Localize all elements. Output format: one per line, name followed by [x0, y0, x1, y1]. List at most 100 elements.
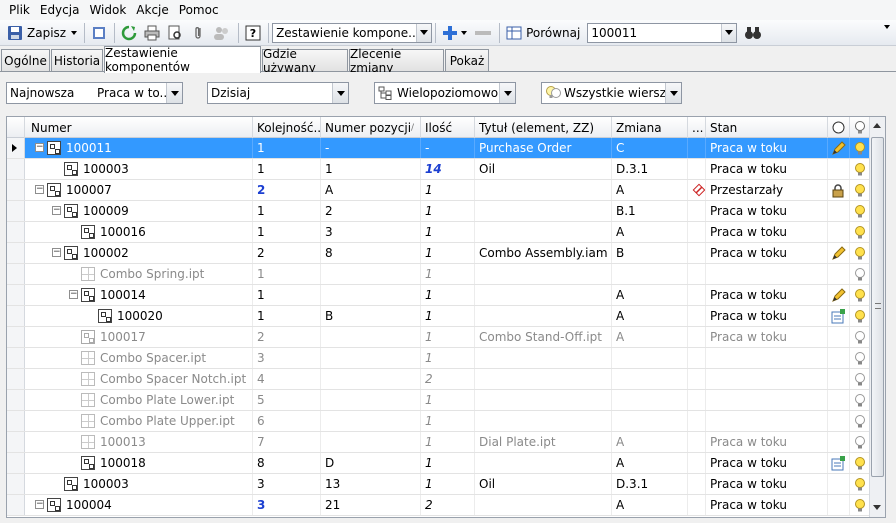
- row-selector[interactable]: [7, 201, 25, 221]
- cell-lightbulb[interactable]: [850, 306, 871, 326]
- cell-lightbulb[interactable]: [850, 264, 871, 284]
- vertical-scrollbar[interactable]: [869, 117, 885, 517]
- column-more[interactable]: ...: [688, 117, 706, 138]
- menu-edycja[interactable]: Edycja: [35, 3, 85, 17]
- collapse-toggle-icon[interactable]: −: [52, 206, 61, 215]
- table-row[interactable]: Combo Spacer Notch.ipt 4 2: [7, 369, 871, 390]
- chevron-down-icon[interactable]: [721, 23, 737, 42]
- cell-indicator[interactable]: [828, 180, 850, 200]
- compare-button[interactable]: Porównaj: [503, 22, 583, 44]
- cell-indicator[interactable]: [828, 369, 850, 389]
- table-row[interactable]: Combo Plate Lower.ipt 5 1: [7, 390, 871, 411]
- cell-lightbulb[interactable]: [850, 390, 871, 410]
- copy-button[interactable]: [88, 22, 110, 44]
- table-row[interactable]: Combo Plate Upper.ipt 6 1: [7, 411, 871, 432]
- toolbar-overflow-icon[interactable]: [884, 25, 890, 29]
- row-selector[interactable]: [7, 390, 25, 410]
- levels-select[interactable]: Wielopoziomowo: [374, 82, 516, 104]
- row-selector[interactable]: [7, 306, 25, 326]
- find-button[interactable]: [741, 22, 765, 44]
- cell-lightbulb[interactable]: [850, 474, 871, 494]
- column-stan[interactable]: Stan: [706, 117, 828, 138]
- scroll-down-icon[interactable]: [873, 505, 881, 510]
- cell-indicator[interactable]: [828, 474, 850, 494]
- cell-lightbulb[interactable]: [850, 285, 871, 305]
- row-selector[interactable]: [7, 432, 25, 452]
- table-row[interactable]: Combo Spring.ipt 1 1: [7, 264, 871, 285]
- cell-indicator[interactable]: [828, 495, 850, 515]
- table-row[interactable]: −100007 2 A 1 A Przestarzały: [7, 180, 871, 201]
- cell-indicator[interactable]: [828, 285, 850, 305]
- menu-akcje[interactable]: Akcje: [131, 3, 173, 17]
- save-dropdown-icon[interactable]: [71, 30, 78, 35]
- attach-button[interactable]: [187, 22, 209, 44]
- scroll-up-icon[interactable]: [873, 123, 881, 128]
- row-selector[interactable]: [7, 348, 25, 368]
- table-row[interactable]: −100011 1- - Purchase Order C Praca w toku: [7, 138, 871, 159]
- cell-lightbulb[interactable]: [850, 495, 871, 515]
- column-numer-pozycji[interactable]: Numer pozycji /: [321, 117, 421, 138]
- table-row[interactable]: − 100004 3 21 2 A Praca w toku: [7, 495, 871, 516]
- table-row[interactable]: 100018 8 D 1 A Praca w toku: [7, 453, 871, 474]
- cell-indicator[interactable]: [828, 411, 850, 431]
- cell-lightbulb[interactable]: [850, 453, 871, 473]
- cell-lightbulb[interactable]: [850, 432, 871, 452]
- chevron-down-icon[interactable]: [416, 23, 432, 42]
- table-row[interactable]: 100020 1 B 1 A Praca w toku: [7, 306, 871, 327]
- cell-lightbulb[interactable]: [850, 348, 871, 368]
- cell-lightbulb[interactable]: [850, 411, 871, 431]
- row-selector[interactable]: [7, 159, 25, 179]
- row-selector[interactable]: [7, 327, 25, 347]
- table-row[interactable]: 100017 2 1 Combo Stand-Off.ipt A Praca w toku: [7, 327, 871, 348]
- row-selector[interactable]: [7, 474, 25, 494]
- column-tytul[interactable]: Tytuł (element, ZZ): [475, 117, 612, 138]
- users-button[interactable]: [210, 22, 234, 44]
- table-row[interactable]: 100016 1 3 1 A Praca w toku: [7, 222, 871, 243]
- row-selector[interactable]: [7, 264, 25, 284]
- cell-lightbulb[interactable]: [850, 201, 871, 221]
- row-selector[interactable]: [7, 411, 25, 431]
- chevron-down-icon[interactable]: [166, 83, 182, 103]
- scrollbar-thumb[interactable]: [871, 137, 884, 477]
- add-dropdown-icon[interactable]: [461, 30, 468, 35]
- row-selector[interactable]: [7, 138, 25, 158]
- collapse-toggle-icon[interactable]: −: [35, 185, 44, 194]
- column-lightbulb[interactable]: [850, 117, 871, 138]
- cell-indicator[interactable]: [828, 453, 850, 473]
- column-circle[interactable]: [828, 117, 850, 138]
- table-row[interactable]: 100013 7 1 Dial Plate.ipt A Praca w toku: [7, 432, 871, 453]
- cell-lightbulb[interactable]: [850, 180, 871, 200]
- table-row[interactable]: − 100002 2 8 1 Combo Assembly.iam B Praca w tok…: [7, 243, 871, 264]
- cell-indicator[interactable]: [828, 138, 850, 158]
- cell-indicator[interactable]: [828, 243, 850, 263]
- row-selector[interactable]: [7, 495, 25, 515]
- row-selector[interactable]: [7, 180, 25, 200]
- row-selector[interactable]: [7, 243, 25, 263]
- table-row[interactable]: − 100009 1 2 1 B.1 Praca w toku: [7, 201, 871, 222]
- tab-ogolne[interactable]: Ogólne: [1, 49, 50, 71]
- view-select[interactable]: Zestawienie kompone...: [272, 22, 433, 43]
- compare-select[interactable]: 100011: [587, 22, 738, 43]
- row-selector[interactable]: [7, 222, 25, 242]
- chevron-down-icon[interactable]: [332, 83, 348, 103]
- column-kolejnosc[interactable]: Kolejność...: [253, 117, 321, 138]
- cell-indicator[interactable]: [828, 222, 850, 242]
- table-row[interactable]: − 100014 1 1 A Praca w toku: [7, 285, 871, 306]
- cell-lightbulb[interactable]: [850, 243, 871, 263]
- cell-indicator[interactable]: [828, 159, 850, 179]
- chevron-down-icon[interactable]: [665, 83, 681, 103]
- date-select[interactable]: Dzisiaj: [207, 82, 349, 104]
- row-selector[interactable]: [7, 453, 25, 473]
- cell-lightbulb[interactable]: [850, 369, 871, 389]
- cell-lightbulb[interactable]: [850, 327, 871, 347]
- menu-widok[interactable]: Widok: [84, 3, 131, 17]
- menu-pomoc[interactable]: Pomoc: [174, 3, 224, 17]
- tab-zestawienie-komponentow[interactable]: Zestawienie komponentów: [104, 46, 261, 74]
- print-preview-button[interactable]: [164, 22, 186, 44]
- cell-indicator[interactable]: [828, 432, 850, 452]
- add-button[interactable]: [439, 22, 470, 44]
- version-status-select[interactable]: Najnowsza Praca w to...: [6, 82, 183, 104]
- collapse-toggle-icon[interactable]: −: [35, 500, 44, 509]
- help-button[interactable]: ?: [242, 22, 264, 44]
- cell-indicator[interactable]: [828, 264, 850, 284]
